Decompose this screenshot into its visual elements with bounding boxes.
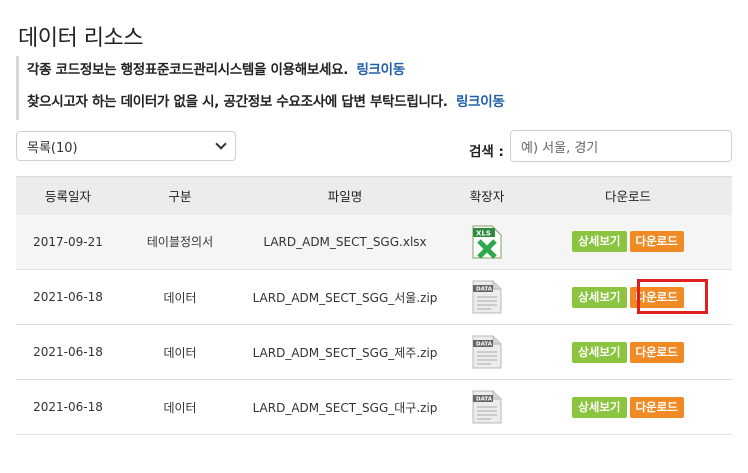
search-input[interactable]: 예) 서울, 경기 xyxy=(510,130,732,162)
header-date: 등록일자 xyxy=(16,176,120,215)
survey-link[interactable]: 링크이동 xyxy=(456,94,505,110)
cell-type: 데이터 xyxy=(120,269,240,325)
download-highlight-box xyxy=(637,279,708,314)
download-button[interactable]: 다운로드 xyxy=(629,341,684,363)
download-button[interactable]: 다운로드 xyxy=(629,396,684,418)
resource-table: 등록일자 구분 파일명 확장자 다운로드 2017-09-21 테이블정의서 L… xyxy=(16,176,732,435)
detail-button[interactable]: 상세보기 xyxy=(572,286,627,308)
notice-line-survey: 찾으시고자 하는 데이터가 없을 시, 공간정보 수요조사에 답변 부탁드립니다… xyxy=(27,88,576,120)
cell-filename: LARD_ADM_SECT_SGG.xlsx xyxy=(240,214,450,270)
header-filename: 파일명 xyxy=(240,176,450,215)
xls-icon-text: XLS xyxy=(476,229,491,237)
notice-line-code: 각종 코드정보는 행정표준코드관리시스템을 이용해보세요. 링크이동 xyxy=(27,56,576,88)
chevron-down-icon xyxy=(215,138,227,150)
data-file-icon: DATA xyxy=(472,335,502,369)
list-count-select[interactable]: 목록(10) xyxy=(16,131,236,161)
header-type: 구분 xyxy=(120,176,240,215)
cell-type: 데이터 xyxy=(120,379,240,435)
cell-filename: LARD_ADM_SECT_SGG_제주.zip xyxy=(240,324,450,380)
table-row: 2021-06-18 데이터 LARD_ADM_SECT_SGG_제주.zip … xyxy=(16,324,732,380)
data-icon-text: DATA xyxy=(476,342,493,348)
list-count-value: 목록(10) xyxy=(27,140,78,156)
cell-date: 2017-09-21 xyxy=(16,214,120,270)
detail-button[interactable]: 상세보기 xyxy=(572,396,627,418)
table-row: 2021-06-18 데이터 LARD_ADM_SECT_SGG_서울.zip … xyxy=(16,269,732,325)
cell-filename: LARD_ADM_SECT_SGG_대구.zip xyxy=(240,379,450,435)
cell-type: 테이블정의서 xyxy=(120,214,240,270)
xls-file-icon: XLS xyxy=(472,225,502,259)
data-file-icon: DATA xyxy=(472,390,502,424)
code-system-link[interactable]: 링크이동 xyxy=(356,62,405,78)
notice-box: 각종 코드정보는 행정표준코드관리시스템을 이용해보세요. 링크이동 찾으시고자… xyxy=(16,56,576,120)
page-title: 데이터 리소스 xyxy=(18,26,143,51)
cell-date: 2021-06-18 xyxy=(16,379,120,435)
header-extension: 확장자 xyxy=(450,176,524,215)
cell-date: 2021-06-18 xyxy=(16,269,120,325)
cell-type: 데이터 xyxy=(120,324,240,380)
header-download: 다운로드 xyxy=(524,176,732,215)
cell-filename: LARD_ADM_SECT_SGG_서울.zip xyxy=(240,269,450,325)
search-label: 검색 : xyxy=(469,144,504,160)
notice-text: 각종 코드정보는 행정표준코드관리시스템을 이용해보세요. xyxy=(27,62,349,78)
cell-date: 2021-06-18 xyxy=(16,324,120,380)
data-icon-text: DATA xyxy=(476,287,493,293)
detail-button[interactable]: 상세보기 xyxy=(572,231,627,253)
notice-text: 찾으시고자 하는 데이터가 없을 시, 공간정보 수요조사에 답변 부탁드립니다… xyxy=(27,94,448,110)
data-file-icon: DATA xyxy=(472,280,502,314)
data-icon-text: DATA xyxy=(476,397,493,403)
search-placeholder: 예) 서울, 경기 xyxy=(521,140,599,156)
table-header-row: 등록일자 구분 파일명 확장자 다운로드 xyxy=(16,176,732,215)
download-button[interactable]: 다운로드 xyxy=(629,231,684,253)
detail-button[interactable]: 상세보기 xyxy=(572,341,627,363)
table-row: 2017-09-21 테이블정의서 LARD_ADM_SECT_SGG.xlsx… xyxy=(16,214,732,270)
table-row: 2021-06-18 데이터 LARD_ADM_SECT_SGG_대구.zip … xyxy=(16,379,732,435)
